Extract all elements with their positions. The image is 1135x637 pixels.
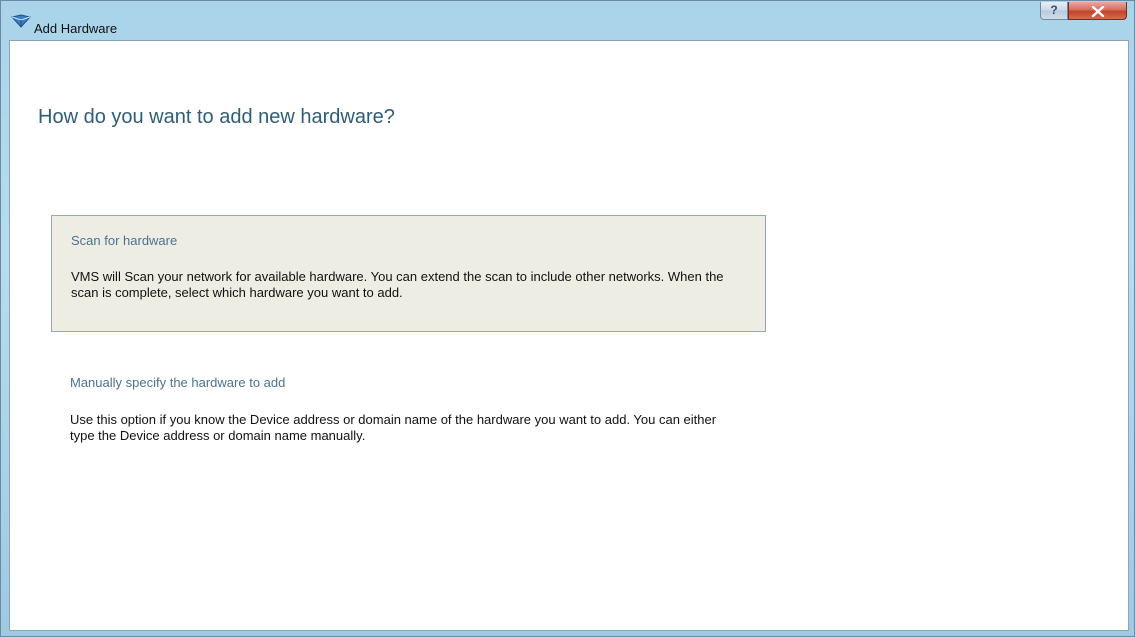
scan-for-hardware-option[interactable]: Scan for hardware VMS will Scan your net… — [51, 215, 766, 332]
add-hardware-window: Add Hardware ? How do you want to add ne… — [0, 0, 1135, 637]
page-title: How do you want to add new hardware? — [38, 106, 395, 128]
option-title: Scan for hardware — [71, 233, 178, 248]
hardware-app-icon — [10, 14, 32, 28]
help-button[interactable]: ? — [1040, 2, 1068, 20]
help-icon: ? — [1050, 3, 1058, 17]
option-title: Manually specify the hardware to add — [70, 375, 286, 390]
close-icon — [1091, 5, 1104, 18]
title-bar[interactable]: Add Hardware ? — [1, 1, 1134, 39]
close-button[interactable] — [1068, 2, 1127, 20]
wizard-content: How do you want to add new hardware? Sca… — [9, 40, 1129, 631]
option-description: VMS will Scan your network for available… — [71, 269, 724, 300]
manual-hardware-option[interactable]: Manually specify the hardware to add Use… — [51, 366, 766, 466]
option-description: Use this option if you know the Device a… — [70, 412, 717, 443]
window-title: Add Hardware — [34, 21, 118, 36]
